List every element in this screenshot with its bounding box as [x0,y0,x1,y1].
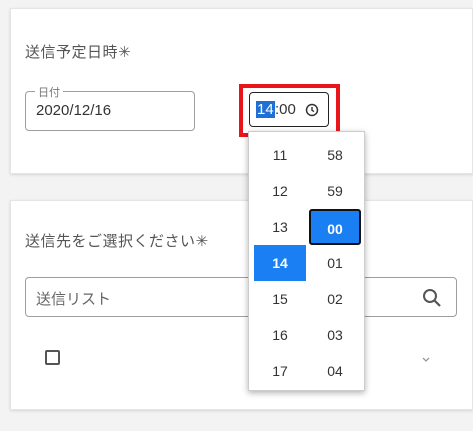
hour-option[interactable]: 13 [254,209,306,245]
minute-option[interactable]: 03 [309,317,361,353]
select-all-checkbox[interactable] [45,350,60,365]
date-field-label: 日付 [35,84,63,100]
time-hour-segment[interactable]: 14 [256,101,275,118]
hour-option[interactable]: 16 [254,317,306,353]
destination-title: 送信先をご選択ください✳ [25,233,209,250]
hour-option[interactable]: 12 [254,173,306,209]
minute-option[interactable]: 59 [309,173,361,209]
minute-option[interactable]: 04 [309,353,361,389]
minute-option[interactable]: 01 [309,245,361,281]
hour-option[interactable]: 14 [254,245,306,281]
minute-option[interactable]: 58 [309,137,361,173]
clock-icon[interactable] [305,103,319,122]
minute-option[interactable]: 02 [309,281,361,317]
list-search-placeholder: 送信リスト [36,291,112,308]
hour-option[interactable]: 15 [254,281,306,317]
hour-option[interactable]: 11 [254,137,306,173]
time-minute-segment[interactable]: :00 [275,101,296,118]
list-search-field[interactable]: 送信リスト [25,277,457,317]
minute-option[interactable]: 00 [309,209,361,245]
chevron-down-icon[interactable] [420,352,432,370]
date-field[interactable]: 日付 2020/12/16 [25,84,195,131]
time-field[interactable]: 14 :00 [249,92,329,127]
schedule-title: 送信予定日時✳ [25,44,132,61]
hour-option[interactable]: 17 [254,353,306,389]
search-icon[interactable] [422,288,442,313]
date-value: 2020/12/16 [36,102,112,119]
time-picker-dropdown: 11 12 13 14 15 16 17 58 59 00 01 02 03 04 [248,131,365,391]
